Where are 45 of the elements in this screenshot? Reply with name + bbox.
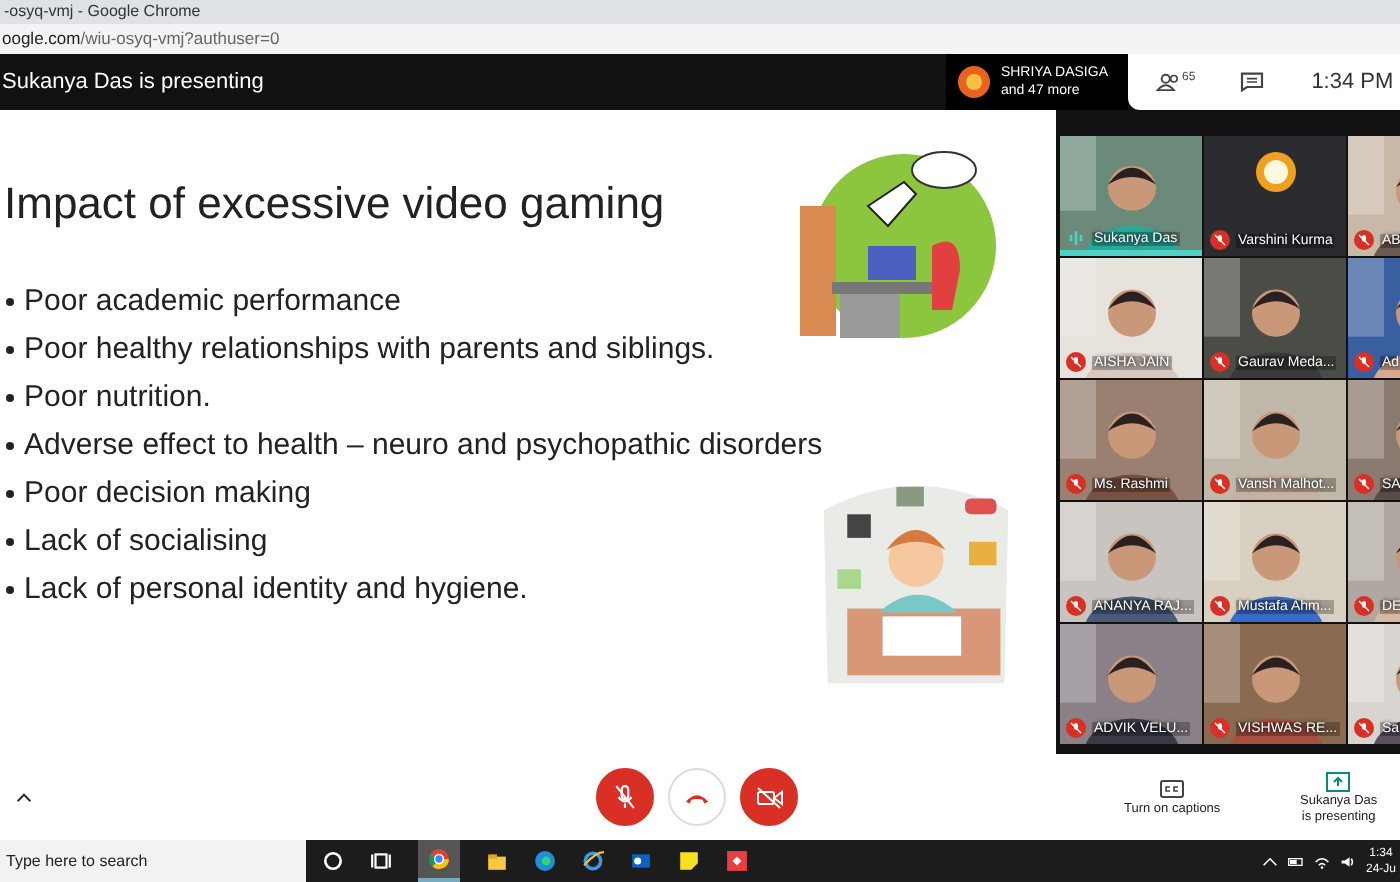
caret-icon[interactable]	[16, 791, 32, 803]
battery-icon[interactable]	[1287, 853, 1304, 869]
address-bar[interactable]: oogle.com/wiu-osyq-vmj?authuser=0	[0, 24, 1400, 54]
search-field[interactable]: Type here to search	[0, 840, 306, 882]
chat-icon[interactable]	[1239, 72, 1264, 92]
bullet-icon	[6, 586, 14, 594]
caret-icon[interactable]	[1261, 853, 1278, 869]
meeting-time: 1:34 PM	[1311, 70, 1394, 94]
app-icon[interactable]	[726, 850, 748, 872]
bullet-icon	[6, 442, 14, 450]
bullet-icon	[6, 538, 14, 546]
bullet-point: Poor decision making	[24, 474, 311, 514]
browser-icon[interactable]	[534, 850, 556, 872]
circle-icon[interactable]	[322, 850, 344, 872]
captions-icon	[1160, 779, 1185, 797]
camera-off-icon	[755, 785, 783, 809]
window-title: -osyq-vmj - Google Chrome	[0, 0, 1400, 24]
avatar-icon	[958, 66, 991, 98]
microphone-off-icon	[612, 784, 638, 810]
microphone-button[interactable]	[596, 768, 654, 826]
bullet-icon	[6, 394, 14, 402]
bullet-point: Lack of socialising	[24, 522, 268, 562]
people-button[interactable]: 65	[1156, 72, 1196, 92]
slide-title: Impact of excessive video gaming	[4, 178, 667, 230]
mail-icon[interactable]	[630, 850, 652, 872]
bullet-point: Poor academic performance	[24, 282, 401, 322]
bullet-icon	[6, 490, 14, 498]
bullet-point: Poor healthy relationships with parents and siblings.	[24, 330, 715, 370]
present-icon	[1326, 771, 1351, 791]
phone-icon	[684, 789, 710, 805]
bullet-icon	[6, 346, 14, 354]
bullet-point: Adverse effect to health – neuro and psychopathic disorders	[24, 426, 823, 466]
presenting-label: Sukanya Das is presenting	[0, 70, 266, 94]
browser-icon[interactable]	[582, 850, 604, 872]
camera-button[interactable]	[740, 768, 798, 826]
volume-icon[interactable]	[1339, 853, 1356, 869]
bullet-point: Lack of personal identity and hygiene.	[24, 570, 528, 610]
folder-icon[interactable]	[486, 850, 508, 872]
wifi-icon[interactable]	[1313, 853, 1330, 869]
note-icon[interactable]	[678, 850, 700, 872]
browser-icon[interactable]	[428, 848, 450, 870]
bullet-icon	[6, 298, 14, 306]
task-view-icon[interactable]	[370, 850, 392, 872]
bullet-point: Poor nutrition.	[24, 378, 211, 418]
avatar-icon	[1255, 152, 1295, 192]
